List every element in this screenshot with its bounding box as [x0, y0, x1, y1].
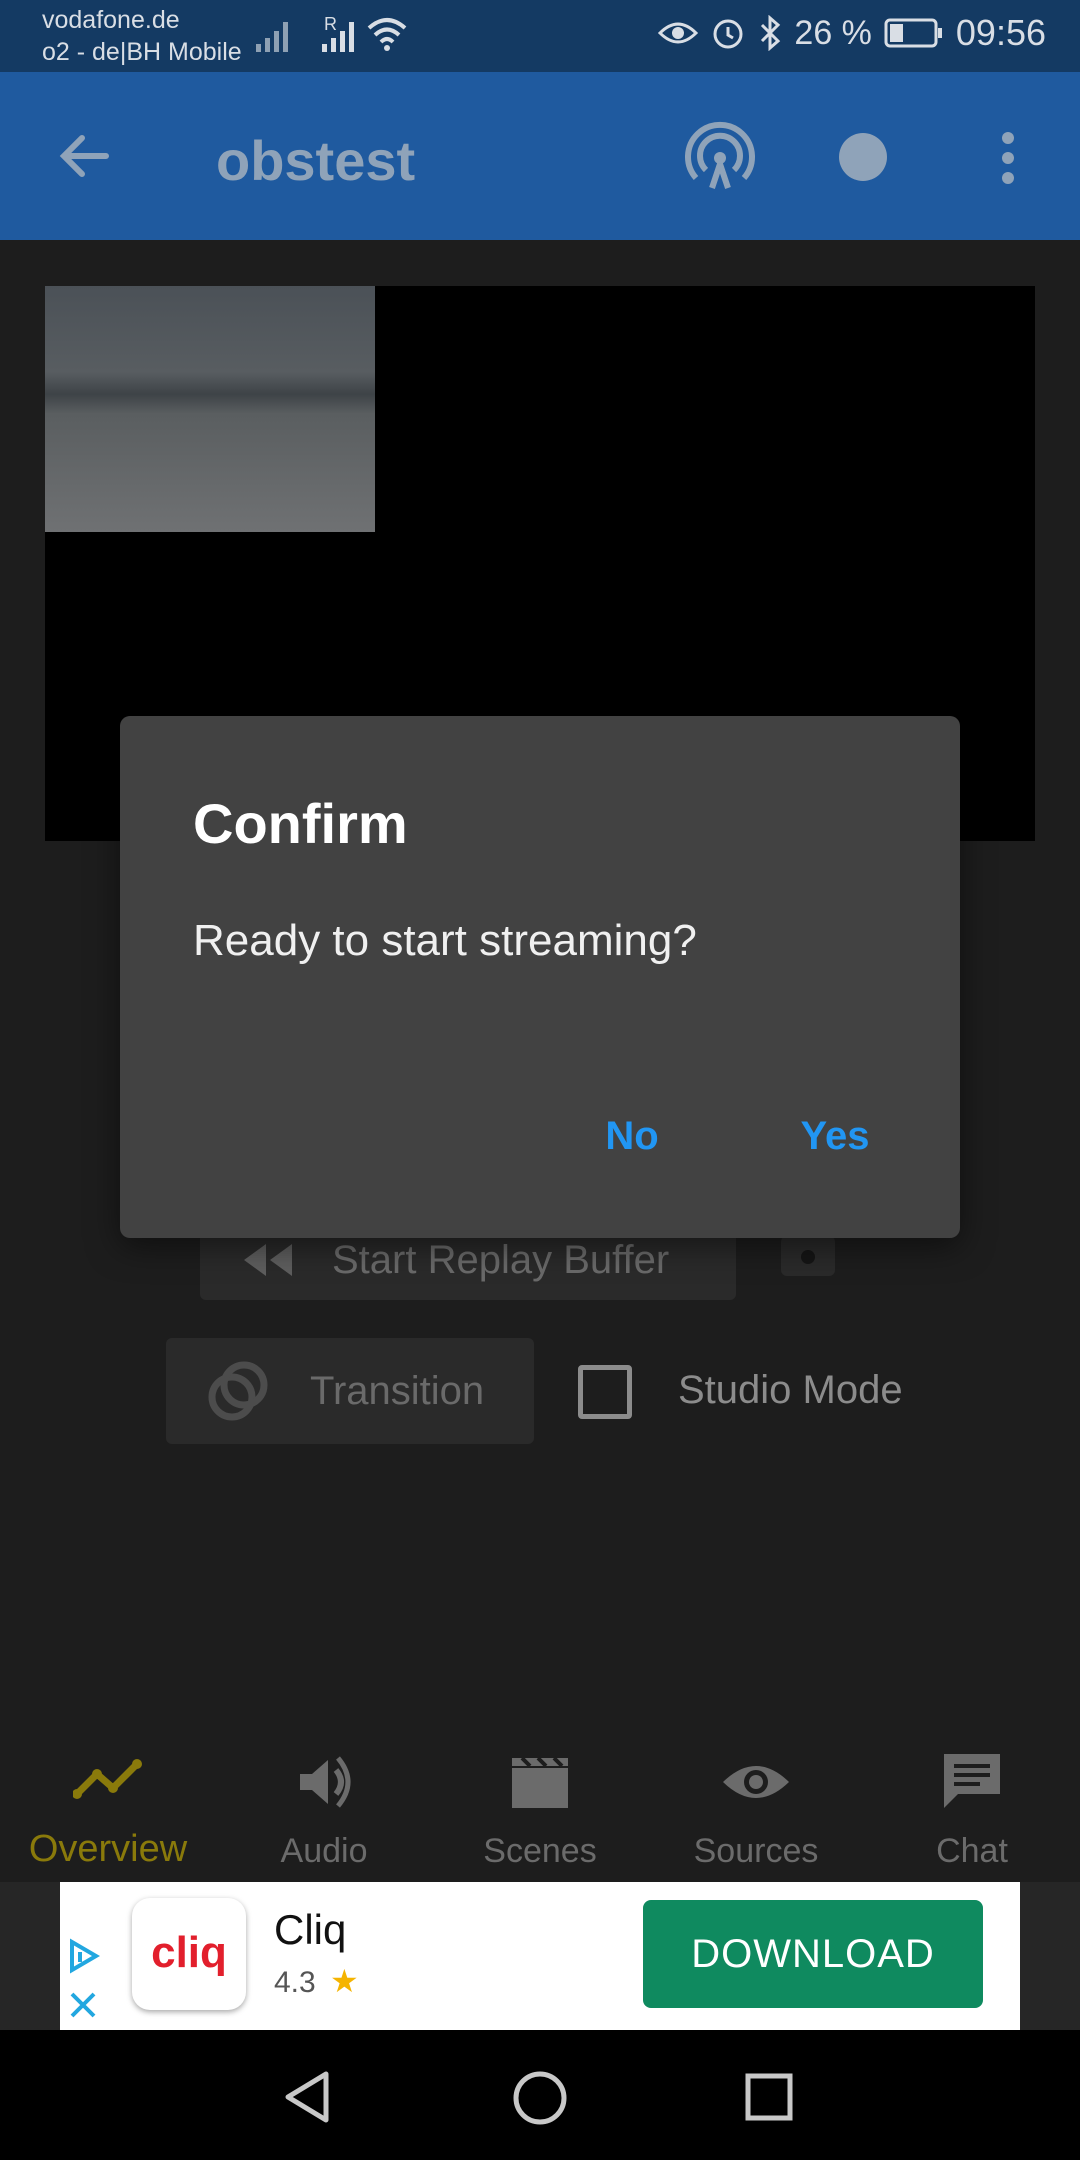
nav-label-audio: Audio: [280, 1832, 368, 1870]
confirm-dialog: Confirm Ready to start streaming? No Yes: [120, 716, 960, 1238]
close-icon[interactable]: [68, 1990, 98, 2020]
system-nav-bar: [0, 2030, 1080, 2160]
signal-icon: [322, 22, 354, 52]
bottom-nav: Overview Audio Scenes Sources Chat: [0, 1740, 1080, 1882]
status-right: 26 % 09:56: [658, 12, 1046, 54]
nav-item-overview[interactable]: Overview: [0, 1740, 216, 1882]
eye-icon: [723, 1766, 789, 1798]
nav-label-chat: Chat: [936, 1832, 1008, 1870]
transition-label: Transition: [310, 1368, 485, 1413]
transition-button[interactable]: Transition: [166, 1338, 534, 1444]
speaker-icon: [300, 1756, 351, 1808]
alarm-icon: [713, 19, 743, 49]
carrier-primary: vodafone.de: [42, 6, 180, 34]
ad-rating: 4.3: [274, 1966, 316, 1999]
back-triangle-icon[interactable]: [282, 2070, 332, 2124]
clapperboard-icon: [512, 1756, 568, 1808]
status-bar: vodafone.de o2 - de|BH Mobile R 26 % 09:…: [0, 0, 1080, 72]
studio-mode-checkbox[interactable]: [578, 1365, 632, 1419]
signal-icon: [256, 22, 288, 52]
nav-item-sources[interactable]: Sources: [648, 1740, 864, 1882]
wifi-icon: [367, 18, 407, 51]
nav-item-audio[interactable]: Audio: [216, 1740, 432, 1882]
more-vert-icon[interactable]: [996, 130, 1020, 186]
chat-bubble-icon: [944, 1754, 1000, 1808]
save-replay-button[interactable]: [781, 1236, 835, 1276]
clock: 09:56: [955, 12, 1046, 53]
nav-label-scenes: Scenes: [483, 1832, 597, 1870]
eye-icon: [658, 22, 699, 44]
yes-button[interactable]: Yes: [775, 1114, 895, 1159]
transition-icon: [208, 1361, 268, 1421]
rewind-icon: [244, 1244, 292, 1276]
app-logo-text: cliq: [151, 1928, 227, 1977]
dialog-title: Confirm: [193, 792, 408, 855]
download-button[interactable]: DOWNLOAD: [643, 1900, 983, 2008]
ad-app-name: Cliq: [274, 1906, 347, 1953]
nav-label-sources: Sources: [693, 1832, 819, 1870]
carrier-secondary: o2 - de|BH Mobile: [42, 38, 242, 66]
battery-percent: 26 %: [794, 13, 872, 52]
dialog-message: Ready to start streaming?: [193, 916, 697, 965]
nav-label-overview: Overview: [28, 1828, 188, 1870]
home-circle-icon[interactable]: [512, 2070, 568, 2126]
camera-source-preview: [45, 286, 375, 532]
battery-icon: [884, 18, 942, 48]
nav-item-scenes[interactable]: Scenes: [432, 1740, 648, 1882]
replay-label: Start Replay Buffer: [332, 1237, 670, 1282]
broadcast-icon[interactable]: [684, 120, 756, 192]
no-button[interactable]: No: [572, 1114, 692, 1159]
back-arrow-icon[interactable]: [58, 130, 110, 182]
recents-square-icon[interactable]: [744, 2072, 794, 2122]
trending-icon: [73, 1759, 142, 1799]
page-title: obstest: [216, 129, 416, 192]
adchoices-icon[interactable]: [66, 1938, 102, 1974]
app-bar: obstest: [0, 72, 1080, 240]
studio-mode-label: Studio Mode: [678, 1368, 903, 1412]
record-dot-icon[interactable]: [838, 132, 888, 182]
star-icon: ★: [330, 1963, 359, 1999]
bluetooth-icon: [761, 15, 781, 51]
app-logo[interactable]: cliq: [132, 1898, 246, 2010]
nav-item-chat[interactable]: Chat: [864, 1740, 1080, 1882]
